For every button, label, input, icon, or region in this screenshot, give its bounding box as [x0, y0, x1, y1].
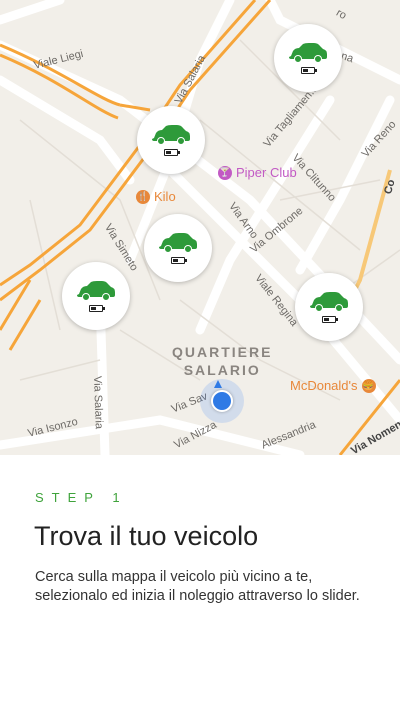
car-icon — [152, 125, 190, 145]
battery-icon — [322, 316, 338, 323]
battery-level — [173, 259, 178, 262]
district-line-2: SALARIO — [183, 362, 261, 378]
car-icon — [289, 43, 327, 63]
battery-icon — [301, 67, 317, 74]
map-view[interactable]: Viale Liegi Via Salaria Via Chiana ro Vi… — [0, 0, 400, 455]
battery-level — [324, 318, 329, 321]
car-icon — [77, 281, 115, 301]
user-location-marker — [200, 379, 244, 423]
car-icon — [159, 233, 197, 253]
restaurant-icon: 🍴 — [136, 189, 150, 204]
car-marker[interactable] — [137, 106, 205, 174]
poi-mcdonalds[interactable]: McDonald's 🍔 — [290, 378, 376, 393]
poi-piper-club[interactable]: 🍸 Piper Club — [218, 165, 297, 180]
street-label: Via Salaria — [91, 375, 105, 430]
poi-label: Piper Club — [236, 165, 297, 180]
battery-level — [303, 69, 308, 72]
fast-food-icon: 🍔 — [361, 378, 376, 393]
car-icon — [310, 292, 348, 312]
onboarding-title: Trova il tuo veicolo — [34, 521, 259, 551]
battery-level — [166, 151, 171, 154]
battery-icon — [89, 305, 105, 312]
cocktail-icon: 🍸 — [218, 165, 232, 180]
district-label: QUARTIERE SALARIO — [172, 343, 272, 379]
step-indicator: STEP 1 — [35, 490, 128, 505]
car-marker[interactable] — [144, 214, 212, 282]
car-marker[interactable] — [295, 273, 363, 341]
poi-label: McDonald's — [290, 378, 358, 393]
battery-icon — [171, 257, 187, 264]
heading-arrow-icon — [214, 380, 222, 388]
car-marker[interactable] — [274, 24, 342, 92]
battery-level — [91, 307, 96, 310]
car-marker[interactable] — [62, 262, 130, 330]
district-line-1: QUARTIERE — [172, 344, 273, 360]
poi-label: Kilo — [154, 189, 176, 204]
onboarding-description: Cerca sulla mappa il veicolo più vicino … — [35, 569, 360, 604]
onboarding-card: STEP 1 Trova il tuo veicolo Cerca sulla … — [0, 455, 400, 711]
location-dot-icon — [211, 390, 233, 412]
battery-icon — [164, 149, 180, 156]
poi-kilo[interactable]: 🍴 Kilo — [136, 189, 176, 204]
